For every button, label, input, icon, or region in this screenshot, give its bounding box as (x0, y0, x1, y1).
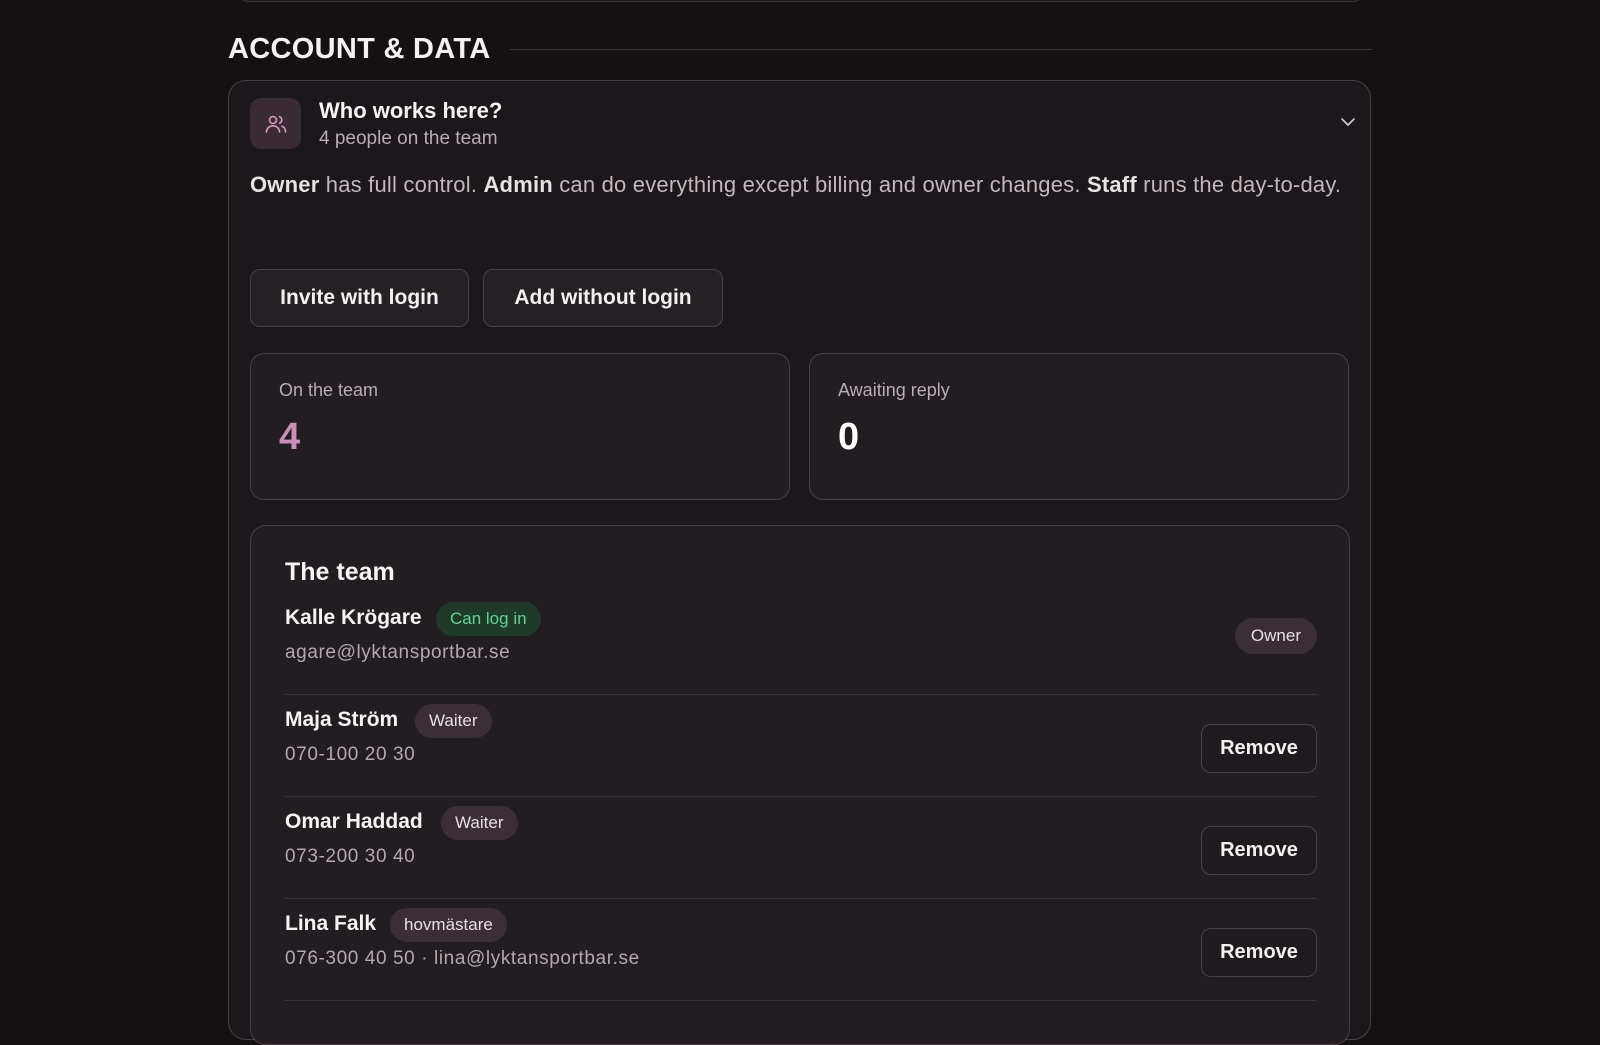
role-admin: Admin (483, 172, 553, 197)
previous-card-edge (240, 0, 1362, 2)
chevron-down-icon[interactable] (1338, 112, 1358, 137)
roles-description: Owner has full control. Admin can do eve… (250, 172, 1342, 197)
users-icon (250, 98, 301, 149)
remove-button[interactable]: Remove (1201, 724, 1317, 773)
member-contact: 073-200 30 40 (285, 846, 416, 867)
list-item: Kalle Krögare Can log in agare@lyktanspo… (285, 592, 1317, 695)
add-without-login-button[interactable]: Add without login (483, 269, 723, 327)
section-title: ACCOUNT & DATA (228, 32, 491, 65)
remove-button[interactable]: Remove (1201, 928, 1317, 977)
team-title: The team (285, 558, 395, 586)
list-item: Maja Ström Waiter 070-100 20 30 Remove (285, 694, 1317, 797)
card-title: Who works here? (319, 98, 503, 123)
member-contact: agare@lyktansportbar.se (285, 642, 511, 663)
status-badge: Can log in (436, 602, 541, 636)
team-list-panel: The team Kalle Krögare Can log in agare@… (250, 525, 1350, 1045)
stat-value: 0 (838, 416, 860, 458)
section-divider (510, 48, 1372, 50)
stat-label: Awaiting reply (838, 380, 950, 400)
invite-with-login-button[interactable]: Invite with login (250, 269, 469, 327)
stat-awaiting-reply: Awaiting reply 0 (809, 353, 1349, 500)
member-contact: 076-300 40 50 · lina@lyktansportbar.se (285, 948, 640, 969)
member-name: Maja Ström (285, 708, 399, 731)
team-card: Who works here? 4 people on the team Own… (228, 80, 1371, 1045)
list-item: Omar Haddad Waiter 073-200 30 40 Remove (285, 796, 1317, 899)
stat-value: 4 (279, 416, 301, 458)
card-header[interactable]: Who works here? 4 people on the team (250, 98, 1355, 150)
stat-label: On the team (279, 380, 379, 400)
member-contact: 070-100 20 30 (285, 744, 416, 765)
member-name: Kalle Krögare (285, 606, 422, 629)
member-name: Lina Falk (285, 912, 377, 935)
role-badge: Waiter (441, 806, 518, 840)
member-name: Omar Haddad (285, 810, 423, 833)
stat-on-team: On the team 4 (250, 353, 790, 500)
role-owner: Owner (250, 172, 320, 197)
remove-button[interactable]: Remove (1201, 826, 1317, 875)
section-header: ACCOUNT & DATA (228, 28, 1372, 70)
role-staff: Staff (1086, 172, 1137, 197)
role-badge: Waiter (415, 704, 492, 738)
card-subtitle: 4 people on the team (319, 128, 498, 149)
role-badge: hovmästare (390, 908, 507, 942)
role-badge: Owner (1234, 618, 1317, 654)
list-item: Lina Falk hovmästare 076-300 40 50 · lin… (285, 898, 1317, 1001)
